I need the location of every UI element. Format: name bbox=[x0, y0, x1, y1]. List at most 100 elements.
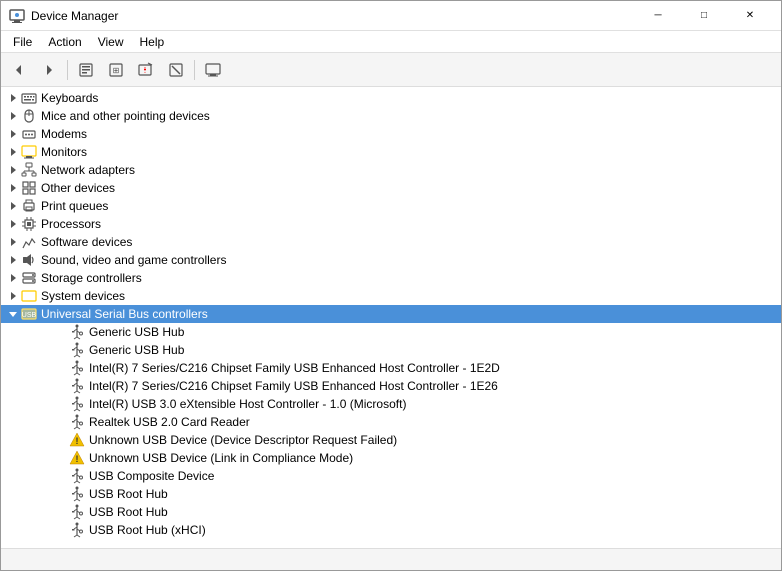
device-tree[interactable]: Keyboards Mice and other pointing devices… bbox=[1, 87, 781, 548]
device-icon-usb2 bbox=[69, 342, 85, 358]
expand-icon[interactable] bbox=[5, 198, 21, 214]
disable-button[interactable] bbox=[162, 57, 190, 83]
device-label-other: Other devices bbox=[41, 181, 115, 195]
device-label-sound: Sound, video and game controllers bbox=[41, 253, 226, 267]
device-icon-software bbox=[21, 234, 37, 250]
device-label-usb3: Intel(R) 7 Series/C216 Chipset Family US… bbox=[89, 361, 500, 375]
expand-icon[interactable] bbox=[5, 144, 21, 160]
scan-button[interactable]: ! bbox=[132, 57, 160, 83]
close-button[interactable]: ✕ bbox=[727, 1, 773, 31]
menu-view[interactable]: View bbox=[90, 33, 132, 51]
tree-device-usb9[interactable]: USB Composite Device bbox=[1, 467, 781, 485]
tree-category-monitors[interactable]: Monitors bbox=[1, 143, 781, 161]
tree-category-other[interactable]: Other devices bbox=[1, 179, 781, 197]
tree-category-system[interactable]: System devices bbox=[1, 287, 781, 305]
expand-icon[interactable] bbox=[5, 234, 21, 250]
back-button[interactable] bbox=[5, 57, 33, 83]
window-controls: ─ □ ✕ bbox=[635, 1, 773, 31]
device-label-modems: Modems bbox=[41, 127, 87, 141]
device-label-keyboards: Keyboards bbox=[41, 91, 98, 105]
toolbar-separator-2 bbox=[194, 60, 195, 80]
tree-category-network[interactable]: Network adapters bbox=[1, 161, 781, 179]
expand-icon[interactable] bbox=[5, 252, 21, 268]
expand-icon[interactable] bbox=[5, 180, 21, 196]
device-icon-mice bbox=[21, 108, 37, 124]
expand-icon[interactable] bbox=[5, 108, 21, 124]
device-icon-storage bbox=[21, 270, 37, 286]
tree-category-modems[interactable]: Modems bbox=[1, 125, 781, 143]
tree-device-usb1[interactable]: Generic USB Hub bbox=[1, 323, 781, 341]
expand-icon[interactable] bbox=[5, 126, 21, 142]
device-icon-sound bbox=[21, 252, 37, 268]
device-label-usb9: USB Composite Device bbox=[89, 469, 214, 483]
tree-device-usb10[interactable]: USB Root Hub bbox=[1, 485, 781, 503]
tree-device-usb12[interactable]: USB Root Hub (xHCI) bbox=[1, 521, 781, 539]
device-icon-keyboards bbox=[21, 90, 37, 106]
expand-icon[interactable] bbox=[5, 216, 21, 232]
tree-category-processors[interactable]: Processors bbox=[1, 215, 781, 233]
device-label-usb4: Intel(R) 7 Series/C216 Chipset Family US… bbox=[89, 379, 498, 393]
device-label-network: Network adapters bbox=[41, 163, 135, 177]
device-icon-modems bbox=[21, 126, 37, 142]
menu-file[interactable]: File bbox=[5, 33, 40, 51]
tree-device-usb7[interactable]: !Unknown USB Device (Device Descriptor R… bbox=[1, 431, 781, 449]
tree-category-keyboards[interactable]: Keyboards bbox=[1, 89, 781, 107]
device-icon-usb12 bbox=[69, 522, 85, 538]
device-icon-system bbox=[21, 288, 37, 304]
window-title: Device Manager bbox=[31, 9, 635, 23]
device-icon-processors bbox=[21, 216, 37, 232]
device-label-processors: Processors bbox=[41, 217, 101, 231]
title-bar: Device Manager ─ □ ✕ bbox=[1, 1, 781, 31]
device-label-usb1: Generic USB Hub bbox=[89, 325, 184, 339]
tree-category-software[interactable]: Software devices bbox=[1, 233, 781, 251]
display-button[interactable] bbox=[199, 57, 227, 83]
menu-help[interactable]: Help bbox=[132, 33, 173, 51]
tree-category-print[interactable]: Print queues bbox=[1, 197, 781, 215]
tree-device-usb4[interactable]: Intel(R) 7 Series/C216 Chipset Family US… bbox=[1, 377, 781, 395]
expand-icon[interactable] bbox=[5, 162, 21, 178]
tree-category-mice[interactable]: Mice and other pointing devices bbox=[1, 107, 781, 125]
device-icon-usb5 bbox=[69, 396, 85, 412]
app-icon bbox=[9, 8, 25, 24]
device-icon-network bbox=[21, 162, 37, 178]
tree-category-storage[interactable]: Storage controllers bbox=[1, 269, 781, 287]
tree-device-usb6[interactable]: Realtek USB 2.0 Card Reader bbox=[1, 413, 781, 431]
menu-bar: File Action View Help bbox=[1, 31, 781, 53]
device-label-usb11: USB Root Hub bbox=[89, 505, 168, 519]
device-label-system: System devices bbox=[41, 289, 125, 303]
tree-category-sound[interactable]: Sound, video and game controllers bbox=[1, 251, 781, 269]
device-label-mice: Mice and other pointing devices bbox=[41, 109, 210, 123]
tree-device-usb5[interactable]: Intel(R) USB 3.0 eXtensible Host Control… bbox=[1, 395, 781, 413]
svg-text:!: ! bbox=[144, 66, 146, 75]
tree-category-usb[interactable]: USBUniversal Serial Bus controllers bbox=[1, 305, 781, 323]
device-icon-usb9 bbox=[69, 468, 85, 484]
tree-device-usb8[interactable]: !Unknown USB Device (Link in Compliance … bbox=[1, 449, 781, 467]
expand-icon[interactable] bbox=[5, 270, 21, 286]
device-icon-usb7: ! bbox=[69, 432, 85, 448]
device-icon-usb8: ! bbox=[69, 450, 85, 466]
device-label-usb: Universal Serial Bus controllers bbox=[41, 307, 208, 321]
device-label-monitors: Monitors bbox=[41, 145, 87, 159]
device-label-usb10: USB Root Hub bbox=[89, 487, 168, 501]
expand-icon[interactable] bbox=[5, 306, 21, 322]
menu-action[interactable]: Action bbox=[40, 33, 89, 51]
maximize-button[interactable]: □ bbox=[681, 1, 727, 31]
tree-device-usb3[interactable]: Intel(R) 7 Series/C216 Chipset Family US… bbox=[1, 359, 781, 377]
device-manager-window: Device Manager ─ □ ✕ File Action View He… bbox=[0, 0, 782, 571]
svg-text:!: ! bbox=[76, 436, 79, 446]
device-icon-other bbox=[21, 180, 37, 196]
toolbar-separator-1 bbox=[67, 60, 68, 80]
device-label-storage: Storage controllers bbox=[41, 271, 142, 285]
device-icon-usb1 bbox=[69, 324, 85, 340]
content-area: Keyboards Mice and other pointing devices… bbox=[1, 87, 781, 548]
tree-device-usb11[interactable]: USB Root Hub bbox=[1, 503, 781, 521]
expand-icon[interactable] bbox=[5, 90, 21, 106]
device-icon-usb3 bbox=[69, 360, 85, 376]
tree-device-usb2[interactable]: Generic USB Hub bbox=[1, 341, 781, 359]
expand-icon[interactable] bbox=[5, 288, 21, 304]
device-label-usb6: Realtek USB 2.0 Card Reader bbox=[89, 415, 250, 429]
update-driver-button[interactable]: ⊞ bbox=[102, 57, 130, 83]
forward-button[interactable] bbox=[35, 57, 63, 83]
properties-button[interactable] bbox=[72, 57, 100, 83]
minimize-button[interactable]: ─ bbox=[635, 1, 681, 31]
